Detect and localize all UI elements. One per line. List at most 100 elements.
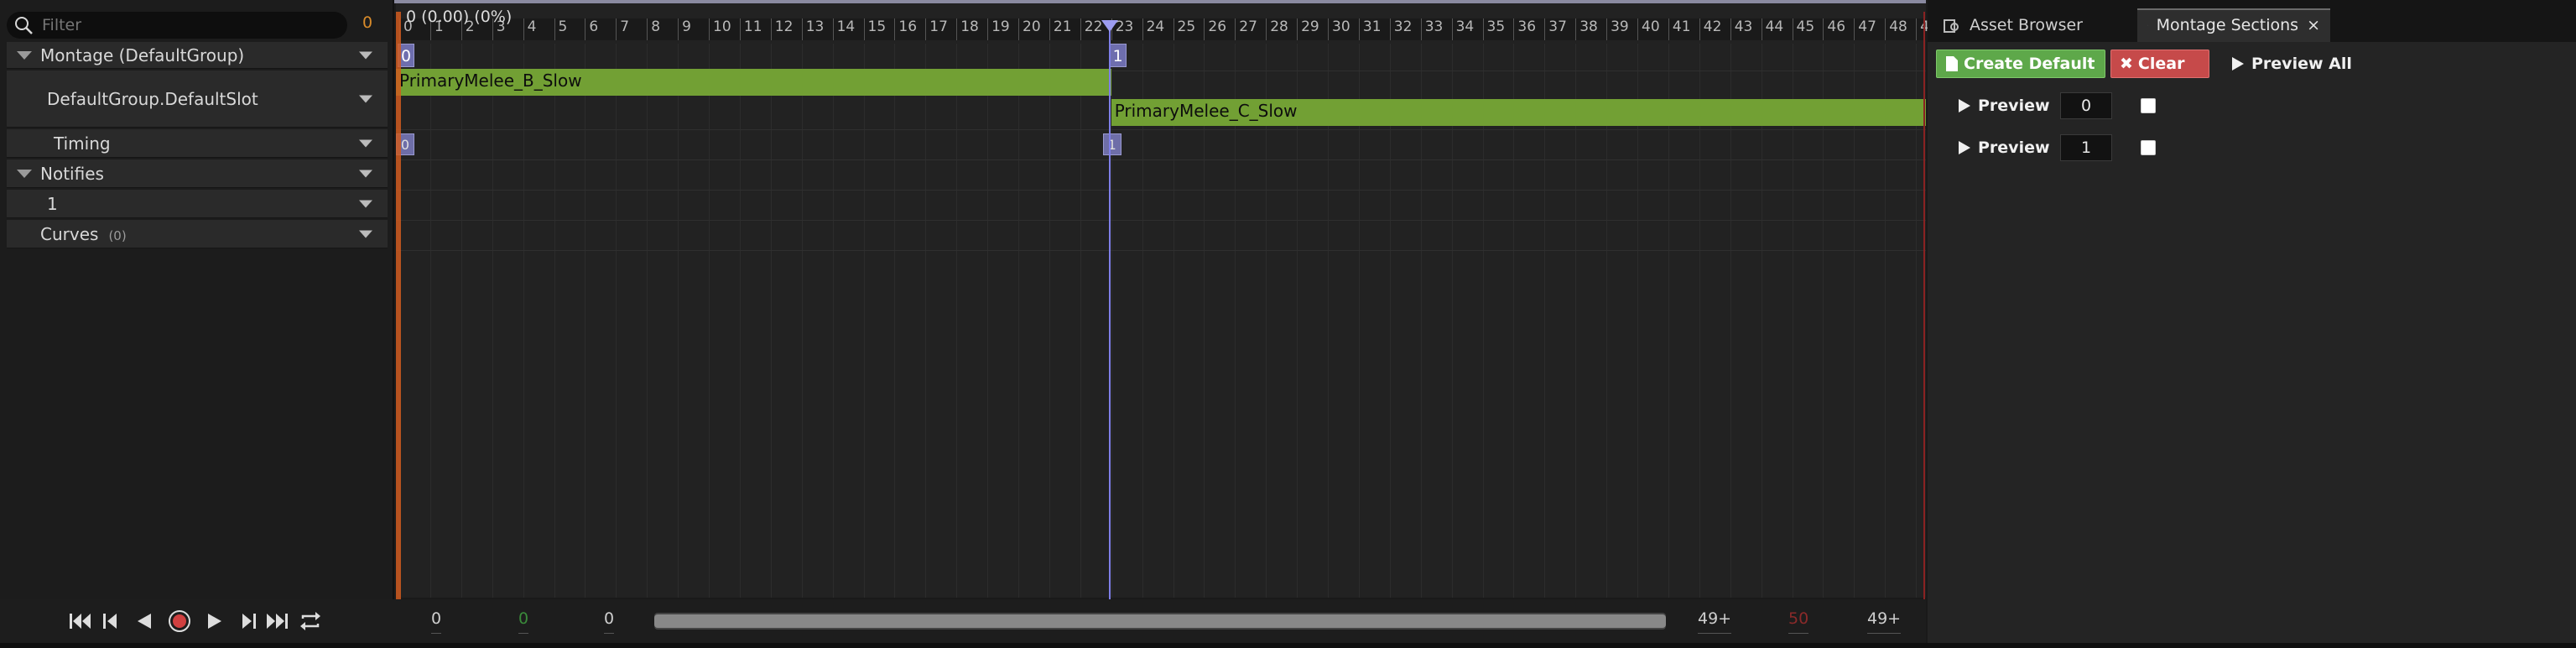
grid-line — [1637, 44, 1638, 598]
grid-line — [492, 44, 493, 598]
jump-to-start-button[interactable] — [67, 599, 94, 643]
track-slot[interactable]: DefaultGroup.DefaultSlot — [7, 71, 388, 128]
x-icon: ✖ — [2120, 55, 2133, 73]
tab-montage-sections[interactable]: Montage Sections × — [2137, 8, 2330, 42]
montage-sections-icon — [2147, 24, 2148, 26]
button-label: Clear — [2137, 55, 2185, 73]
track-options-dropdown-icon[interactable] — [359, 230, 372, 238]
tab-asset-browser[interactable]: Asset Browser — [1933, 8, 2134, 42]
create-default-button[interactable]: Create Default — [1936, 50, 2105, 78]
play-button[interactable] — [201, 599, 228, 643]
track-notify-1[interactable]: 1 — [7, 190, 388, 218]
grid-line — [678, 44, 679, 598]
play-reverse-button[interactable] — [131, 599, 158, 643]
playhead-handle[interactable] — [1101, 20, 1118, 32]
ruler-tick: 7 — [616, 18, 629, 40]
grid-line — [1235, 44, 1236, 598]
track-options-dropdown-icon[interactable] — [359, 51, 372, 59]
section-checkbox[interactable] — [2141, 140, 2156, 155]
start-marker — [396, 12, 401, 604]
ruler-tick: 9 — [678, 18, 691, 40]
preview-all-button[interactable]: Preview All — [2223, 50, 2360, 78]
out-frame-field[interactable]: 50 — [1788, 609, 1809, 634]
timeline-scrollbar[interactable] — [654, 613, 1666, 630]
preview-section-button[interactable]: Preview — [1958, 133, 2050, 162]
playhead[interactable] — [1109, 20, 1111, 604]
filter-box[interactable] — [7, 12, 347, 39]
timing-marker[interactable]: 1 — [1102, 133, 1121, 155]
track-options-dropdown-icon[interactable] — [359, 139, 372, 147]
ruler-tick: 19 — [987, 18, 1010, 40]
jump-to-end-button[interactable] — [263, 599, 290, 643]
grid-line — [1080, 44, 1081, 598]
record-button[interactable] — [166, 599, 193, 643]
current-frame-field[interactable]: 0 — [604, 609, 615, 634]
grid-line — [709, 44, 710, 598]
timeline-area[interactable]: 01 PrimaryMelee_B_Slow PrimaryMelee_C_Slo… — [396, 3, 1926, 598]
grid-line — [1389, 44, 1391, 598]
collapse-arrow-icon[interactable] — [17, 169, 32, 178]
view-start-frame[interactable]: 0 — [431, 609, 442, 634]
view-end-frame[interactable]: 49+ — [1698, 609, 1732, 634]
track-options-dropdown-icon[interactable] — [359, 200, 372, 207]
play-icon — [2232, 57, 2244, 71]
track-montage-group[interactable]: Montage (DefaultGroup) — [7, 42, 388, 69]
section-checkbox[interactable] — [2141, 98, 2156, 113]
grid-line — [523, 44, 524, 598]
current-time-readout: 0 (0.00) (0%) — [406, 8, 513, 26]
scrollbar-thumb[interactable] — [654, 614, 1666, 628]
ruler-tick: 21 — [1049, 18, 1072, 40]
grid-line — [1544, 44, 1546, 598]
ruler-tick: 26 — [1204, 18, 1226, 40]
animation-segment[interactable]: PrimaryMelee_B_Slow — [396, 69, 1111, 96]
ruler-tick: 48 — [1885, 18, 1907, 40]
grid-line — [1854, 44, 1855, 598]
ruler-tick: 25 — [1173, 18, 1195, 40]
grid-line — [1266, 44, 1267, 598]
grid-line — [1328, 44, 1329, 598]
animation-segment[interactable]: PrimaryMelee_C_Slow — [1111, 99, 1926, 126]
grid-line — [1575, 44, 1577, 598]
ruler-tick: 22 — [1080, 18, 1102, 40]
clear-button[interactable]: ✖ Clear — [2110, 50, 2209, 78]
step-forward-button[interactable] — [235, 599, 262, 643]
step-back-button[interactable] — [97, 599, 124, 643]
grid-line — [1699, 44, 1700, 598]
ruler-tick: 30 — [1328, 18, 1350, 40]
last-frame-field[interactable]: 49+ — [1867, 609, 1902, 634]
ruler-tick: 12 — [770, 18, 793, 40]
section-index-field[interactable]: 0 — [2060, 92, 2112, 119]
close-icon[interactable]: × — [2307, 16, 2320, 34]
track-curves[interactable]: Curves (0) — [7, 220, 388, 248]
ruler-tick: 11 — [739, 18, 762, 40]
collapse-arrow-icon[interactable] — [17, 50, 32, 60]
ruler-tick: 40 — [1637, 18, 1660, 40]
grid-line — [1823, 44, 1824, 598]
grid-line — [1916, 44, 1918, 598]
grid-line — [461, 44, 462, 598]
filter-input[interactable] — [42, 13, 336, 37]
ruler-tick: 42 — [1699, 18, 1721, 40]
grid-line — [1018, 44, 1019, 598]
section-marker[interactable]: 1 — [1109, 44, 1127, 67]
row-divider — [396, 190, 1926, 191]
track-notifies[interactable]: Notifies — [7, 159, 388, 188]
asset-browser-icon — [1944, 19, 1959, 33]
in-frame-field[interactable]: 0 — [518, 609, 529, 634]
grid-line — [1358, 44, 1360, 598]
ruler-tick: 33 — [1420, 18, 1443, 40]
preview-section-button[interactable]: Preview — [1958, 91, 2050, 120]
track-options-dropdown-icon[interactable] — [359, 95, 372, 102]
time-ruler[interactable]: 0 1 2 3 4 5 6 7 8 9 10 11 12 13 14 15 16 17 18 19 20 21 22 23 24… — [396, 18, 1939, 40]
section-index-field[interactable]: 1 — [2060, 134, 2112, 161]
play-icon — [208, 614, 221, 629]
row-divider — [396, 159, 1926, 160]
loop-button[interactable] — [297, 599, 324, 643]
track-options-dropdown-icon[interactable] — [359, 170, 372, 177]
ruler-tick: 37 — [1544, 18, 1567, 40]
grid-line — [801, 44, 803, 598]
track-timing[interactable]: Timing — [7, 129, 388, 158]
curves-label: Curves — [40, 223, 99, 244]
filter-result-count: 0 — [362, 13, 373, 32]
play-icon — [1959, 141, 1970, 154]
